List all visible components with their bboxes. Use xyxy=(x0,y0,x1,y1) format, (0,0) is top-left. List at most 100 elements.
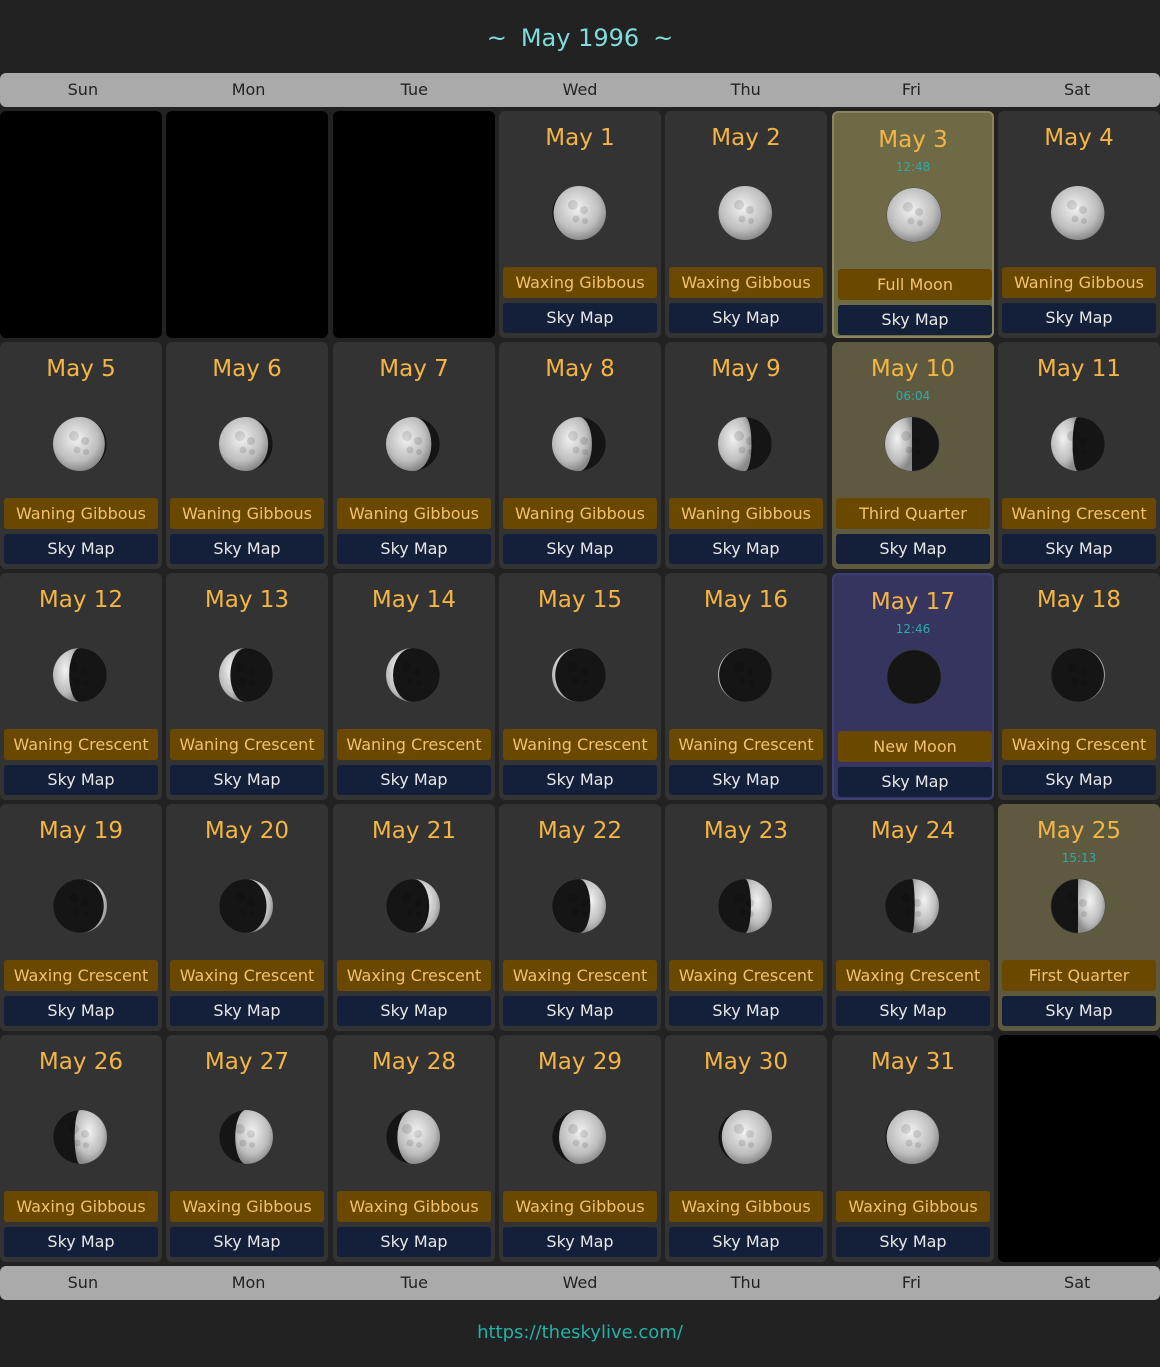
phase-name-button[interactable]: Waxing Gibbous xyxy=(4,1191,158,1222)
day-cell: May 14 Waning Crescent Sky Map xyxy=(333,573,495,800)
sky-map-button[interactable]: Sky Map xyxy=(170,1227,324,1257)
sky-map-button[interactable]: Sky Map xyxy=(503,1227,657,1257)
phase-name-button[interactable]: Waning Crescent xyxy=(337,729,491,760)
day-cell: May 4 Waning Gibbous Sky Map xyxy=(998,111,1160,338)
day-date-label: May 26 xyxy=(38,1049,124,1075)
phase-name-button[interactable]: Waxing Crescent xyxy=(170,960,324,991)
sky-map-button[interactable]: Sky Map xyxy=(669,1227,823,1257)
day-cell: May 23 Waxing Crescent Sky Map xyxy=(665,804,827,1031)
sky-map-button[interactable]: Sky Map xyxy=(669,303,823,333)
moon-phase-icon xyxy=(218,1109,274,1165)
day-date-label: May 23 xyxy=(703,818,789,844)
moon-phase-icon xyxy=(218,416,274,472)
sky-map-button[interactable]: Sky Map xyxy=(337,1227,491,1257)
sky-map-button[interactable]: Sky Map xyxy=(1002,303,1156,333)
day-date-label: May 5 xyxy=(46,356,116,382)
sky-map-button[interactable]: Sky Map xyxy=(503,765,657,795)
phase-name-button[interactable]: Waning Crescent xyxy=(503,729,657,760)
day-cell: May 31 Waxing Gibbous Sky Map xyxy=(832,1035,994,1262)
weekday-thu: Thu xyxy=(730,80,761,99)
phase-name-button[interactable]: Waxing Gibbous xyxy=(669,1191,823,1222)
weekday-wed: Wed xyxy=(562,1273,598,1292)
sky-map-button[interactable]: Sky Map xyxy=(337,765,491,795)
phase-name-button[interactable]: Waxing Gibbous xyxy=(669,267,823,298)
sky-map-button[interactable]: Sky Map xyxy=(170,534,324,564)
sky-map-button[interactable]: Sky Map xyxy=(836,1227,990,1257)
phase-name-button[interactable]: Waxing Gibbous xyxy=(836,1191,990,1222)
sky-map-button[interactable]: Sky Map xyxy=(503,534,657,564)
moon-phase-icon xyxy=(551,878,607,934)
sky-map-button[interactable]: Sky Map xyxy=(4,534,158,564)
phase-name-button[interactable]: Waxing Crescent xyxy=(503,960,657,991)
phase-name-button[interactable]: Waning Gibbous xyxy=(170,498,324,529)
sky-map-button[interactable]: Sky Map xyxy=(669,996,823,1026)
phase-name-button[interactable]: Waning Gibbous xyxy=(669,498,823,529)
sky-map-button[interactable]: Sky Map xyxy=(503,996,657,1026)
phase-name-button[interactable]: Waxing Crescent xyxy=(1002,729,1156,760)
day-date-label: May 21 xyxy=(371,818,457,844)
phase-name-button[interactable]: Waning Gibbous xyxy=(337,498,491,529)
phase-name-button[interactable]: Waxing Gibbous xyxy=(503,267,657,298)
phase-name-button[interactable]: Waning Crescent xyxy=(1002,498,1156,529)
moon-phase-icon xyxy=(1050,878,1106,934)
moon-phase-icon xyxy=(52,416,108,472)
sky-map-button[interactable]: Sky Map xyxy=(836,996,990,1026)
moon-phase-icon xyxy=(717,185,773,241)
sky-map-button[interactable]: Sky Map xyxy=(836,534,990,564)
phase-name-button[interactable]: Waning Crescent xyxy=(669,729,823,760)
day-date-label: May 10 xyxy=(870,356,956,382)
day-cell: May 28 Waxing Gibbous Sky Map xyxy=(333,1035,495,1262)
moon-phase-icon xyxy=(551,1109,607,1165)
phase-name-button[interactable]: Waxing Gibbous xyxy=(503,1191,657,1222)
sky-map-button[interactable]: Sky Map xyxy=(503,303,657,333)
empty-day-cell xyxy=(0,111,162,338)
moon-phase-icon xyxy=(218,647,274,703)
sky-map-button[interactable]: Sky Map xyxy=(4,996,158,1026)
sky-map-button[interactable]: Sky Map xyxy=(170,765,324,795)
sky-map-button[interactable]: Sky Map xyxy=(4,765,158,795)
phase-name-button[interactable]: Waning Crescent xyxy=(4,729,158,760)
phase-name-button[interactable]: Waxing Gibbous xyxy=(170,1191,324,1222)
sky-map-button[interactable]: Sky Map xyxy=(838,305,992,335)
phase-name-button[interactable]: Waxing Gibbous xyxy=(337,1191,491,1222)
sky-map-button[interactable]: Sky Map xyxy=(170,996,324,1026)
moon-phase-icon xyxy=(52,647,108,703)
moon-phase-icon xyxy=(52,1109,108,1165)
footer-link[interactable]: https://theskylive.com/ xyxy=(0,1322,1160,1343)
sky-map-button[interactable]: Sky Map xyxy=(337,996,491,1026)
day-date-label: May 17 xyxy=(870,589,956,615)
phase-name-button[interactable]: New Moon xyxy=(838,731,992,762)
moon-phase-icon xyxy=(717,1109,773,1165)
phase-name-button[interactable]: Waxing Crescent xyxy=(4,960,158,991)
moon-phase-icon xyxy=(717,416,773,472)
phase-name-button[interactable]: Waxing Crescent xyxy=(337,960,491,991)
sky-map-button[interactable]: Sky Map xyxy=(1002,996,1156,1026)
day-cell: May 6 Waning Gibbous Sky Map xyxy=(166,342,328,569)
sky-map-button[interactable]: Sky Map xyxy=(669,534,823,564)
moon-phase-icon xyxy=(52,878,108,934)
day-cell: May 2 Waxing Gibbous Sky Map xyxy=(665,111,827,338)
phase-name-button[interactable]: Full Moon xyxy=(838,269,992,300)
phase-name-button[interactable]: Waning Crescent xyxy=(170,729,324,760)
sky-map-button[interactable]: Sky Map xyxy=(838,767,992,797)
weekday-fri: Fri xyxy=(901,1273,921,1292)
day-cell: May 19 Waxing Crescent Sky Map xyxy=(0,804,162,1031)
sky-map-button[interactable]: Sky Map xyxy=(1002,534,1156,564)
phase-name-button[interactable]: Waning Gibbous xyxy=(1002,267,1156,298)
day-cell: May 16 Waning Crescent Sky Map xyxy=(665,573,827,800)
sky-map-button[interactable]: Sky Map xyxy=(1002,765,1156,795)
phase-name-button[interactable]: Waxing Crescent xyxy=(669,960,823,991)
phase-name-button[interactable]: Waxing Crescent xyxy=(836,960,990,991)
phase-name-button[interactable]: Waning Gibbous xyxy=(503,498,657,529)
weekday-sat: Sat xyxy=(1064,80,1091,99)
phase-name-button[interactable]: Waning Gibbous xyxy=(4,498,158,529)
day-cell: May 24 Waxing Crescent Sky Map xyxy=(832,804,994,1031)
day-date-label: May 7 xyxy=(379,356,449,382)
sky-map-button[interactable]: Sky Map xyxy=(4,1227,158,1257)
phase-name-button[interactable]: First Quarter xyxy=(1002,960,1156,991)
calendar-title: ~ May 1996 ~ xyxy=(0,20,1160,56)
sky-map-button[interactable]: Sky Map xyxy=(337,534,491,564)
day-cell: May 30 Waxing Gibbous Sky Map xyxy=(665,1035,827,1262)
sky-map-button[interactable]: Sky Map xyxy=(669,765,823,795)
phase-name-button[interactable]: Third Quarter xyxy=(836,498,990,529)
